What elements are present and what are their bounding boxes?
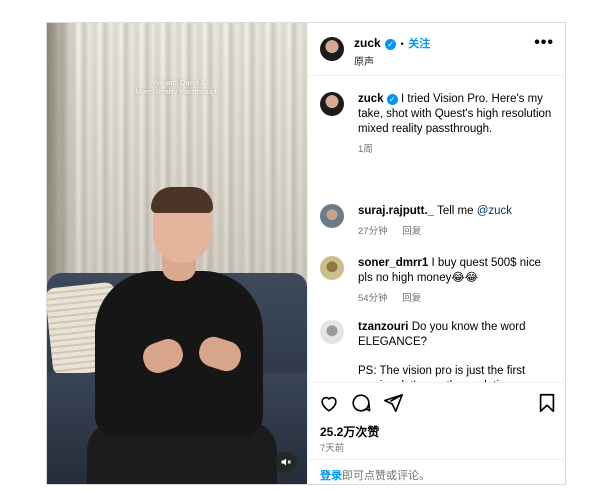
login-prompt: 登录即可点赞或评论。 xyxy=(308,459,566,485)
post-video[interactable]: Shot with Quest 3 Mixed Reality Passthro… xyxy=(47,23,307,484)
video-overlay-text: Shot with Quest 3 Mixed Reality Passthro… xyxy=(117,79,237,97)
speaker-muted-icon xyxy=(281,458,291,466)
overlay-line-2: Mixed Reality Passthrough xyxy=(135,89,219,96)
share-icon[interactable] xyxy=(382,392,404,414)
avatar[interactable] xyxy=(320,256,344,280)
caption-body: zuck ✓ I tried Vision Pro. Here's my tak… xyxy=(358,92,558,157)
heart-icon[interactable] xyxy=(318,392,340,414)
post-card: Shot with Quest 3 Mixed Reality Passthro… xyxy=(46,22,566,485)
comment-time[interactable]: 54分钟 xyxy=(358,293,388,304)
caption-time[interactable]: 1周 xyxy=(358,144,373,155)
comment-body: soner_dmrr1 I buy quest 500$ nice pls no… xyxy=(358,256,558,306)
comment-text-continued: PS: The vision pro is just the first ver… xyxy=(358,365,526,382)
avatar[interactable] xyxy=(320,37,344,61)
audio-label[interactable]: 原声 xyxy=(354,53,374,68)
comment-icon[interactable] xyxy=(350,392,372,414)
comment-body: suraj.rajputt._ Tell me @zuck 27分钟 回复 xyxy=(358,204,558,239)
avatar[interactable] xyxy=(320,92,344,116)
verified-badge-icon: ✓ xyxy=(385,39,397,50)
header-username[interactable]: zuck xyxy=(354,36,381,50)
avatar[interactable] xyxy=(320,204,344,228)
more-options-icon[interactable]: ••• xyxy=(534,35,554,51)
mention-link[interactable]: @zuck xyxy=(477,205,512,217)
login-prompt-text: 即可点赞或评论。 xyxy=(342,470,430,482)
comment-time[interactable]: 27分钟 xyxy=(358,226,388,237)
comment-meta: 27分钟 回复 xyxy=(358,224,558,239)
avatar[interactable] xyxy=(320,320,344,344)
caption-meta: 1周 xyxy=(358,142,558,157)
caption-username[interactable]: zuck xyxy=(358,93,384,105)
comments-scroll-area[interactable]: zuck ✓ I tried Vision Pro. Here's my tak… xyxy=(308,76,566,382)
comment-text: Tell me xyxy=(437,205,474,217)
comment-username[interactable]: suraj.rajputt._ xyxy=(358,205,434,217)
overlay-line-1: Shot with Quest 3 xyxy=(149,80,205,87)
verified-badge-icon: ✓ xyxy=(386,94,398,105)
header-separator: • xyxy=(400,39,404,49)
comment-meta: 54分钟 回复 xyxy=(358,291,558,306)
post-details-panel: zuck ✓ • 关注 原声 ••• zuck ✓ I tried Vision… xyxy=(307,23,566,484)
follow-button[interactable]: 关注 xyxy=(408,38,430,50)
reply-button[interactable]: 回复 xyxy=(402,293,421,304)
comment-username[interactable]: tzanzouri xyxy=(358,321,408,333)
comment-username[interactable]: soner_dmrr1 xyxy=(358,257,428,269)
post-time[interactable]: 7天前 xyxy=(320,440,344,454)
reply-button[interactable]: 回复 xyxy=(402,226,421,237)
bookmark-icon[interactable] xyxy=(536,392,558,414)
comment-body: tzanzouri Do you know the word ELEGANCE?… xyxy=(358,320,558,382)
login-link[interactable]: 登录 xyxy=(320,470,342,482)
likes-count[interactable]: 25.2万次赞 xyxy=(320,423,379,440)
post-header: zuck ✓ • 关注 原声 ••• xyxy=(308,23,566,76)
post-actions: 25.2万次赞 7天前 登录即可点赞或评论。 xyxy=(308,382,566,485)
person-hair xyxy=(151,187,213,213)
mute-button[interactable] xyxy=(275,451,297,473)
